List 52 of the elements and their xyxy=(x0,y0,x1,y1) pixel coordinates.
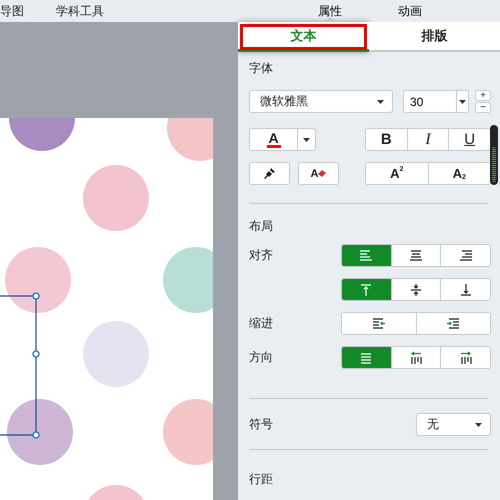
align-bottom-icon xyxy=(458,282,473,296)
align-right-icon xyxy=(458,248,473,262)
menu-item[interactable]: 学科工具 xyxy=(52,2,108,20)
font-color-button[interactable]: A xyxy=(249,128,316,151)
indent-decrease-icon xyxy=(372,316,386,330)
decrease-button[interactable]: − xyxy=(475,102,491,113)
row-label: 对齐 xyxy=(249,247,274,264)
align-left-icon xyxy=(359,248,374,262)
horizontal-button[interactable] xyxy=(342,347,391,368)
align-right-button[interactable] xyxy=(440,245,490,266)
row-label: 缩进 xyxy=(249,315,274,332)
selection-frame[interactable] xyxy=(0,292,40,439)
pattern-circle xyxy=(83,321,149,387)
increase-button[interactable]: + xyxy=(475,90,491,101)
scrollbar[interactable] xyxy=(490,125,498,185)
align-center-icon xyxy=(409,248,423,262)
align-left-button[interactable] xyxy=(342,245,391,266)
align-top-icon xyxy=(359,282,374,296)
caret-icon xyxy=(459,100,466,104)
section-title: 字体 xyxy=(249,60,274,76)
caret-icon xyxy=(475,422,482,426)
section-title: 行距 xyxy=(249,471,274,487)
panel-tab[interactable]: 属性 xyxy=(290,0,370,22)
section-title: 布局 xyxy=(249,218,274,234)
sub-tab[interactable]: 文本 xyxy=(238,22,369,52)
pattern-circle xyxy=(5,247,71,313)
align-middle-icon xyxy=(409,282,423,296)
pattern-circle xyxy=(83,165,149,231)
underline-button[interactable]: U xyxy=(448,129,490,150)
horizontal-text-icon xyxy=(359,350,374,364)
vertical-ltr-button[interactable] xyxy=(440,347,490,368)
font-size-field[interactable]: 30 xyxy=(403,90,469,113)
eraser-icon xyxy=(318,170,326,177)
indent-increase-icon xyxy=(446,316,460,330)
vertical-text-right-icon xyxy=(458,350,473,364)
caret-icon xyxy=(377,100,384,104)
indent-increase-button[interactable] xyxy=(416,313,490,334)
clear-format-button[interactable]: A xyxy=(298,162,339,185)
caret-icon xyxy=(303,138,310,142)
panel-tab[interactable]: 动画 xyxy=(370,0,450,22)
pattern-circle xyxy=(7,399,73,465)
symbol-dropdown[interactable]: 无 xyxy=(416,413,491,436)
menu-item[interactable]: 导图 xyxy=(0,2,28,20)
valign-top-button[interactable] xyxy=(342,279,391,300)
font-family-dropdown[interactable]: 微软雅黑 xyxy=(249,90,393,113)
vertical-text-left-icon xyxy=(409,350,423,364)
format-painter-button[interactable] xyxy=(249,162,290,185)
row-label: 方向 xyxy=(249,349,274,366)
brush-icon xyxy=(263,167,276,180)
row-label: 符号 xyxy=(249,416,274,433)
valign-bottom-button[interactable] xyxy=(440,279,490,300)
selected-indicator-icon xyxy=(326,18,334,22)
